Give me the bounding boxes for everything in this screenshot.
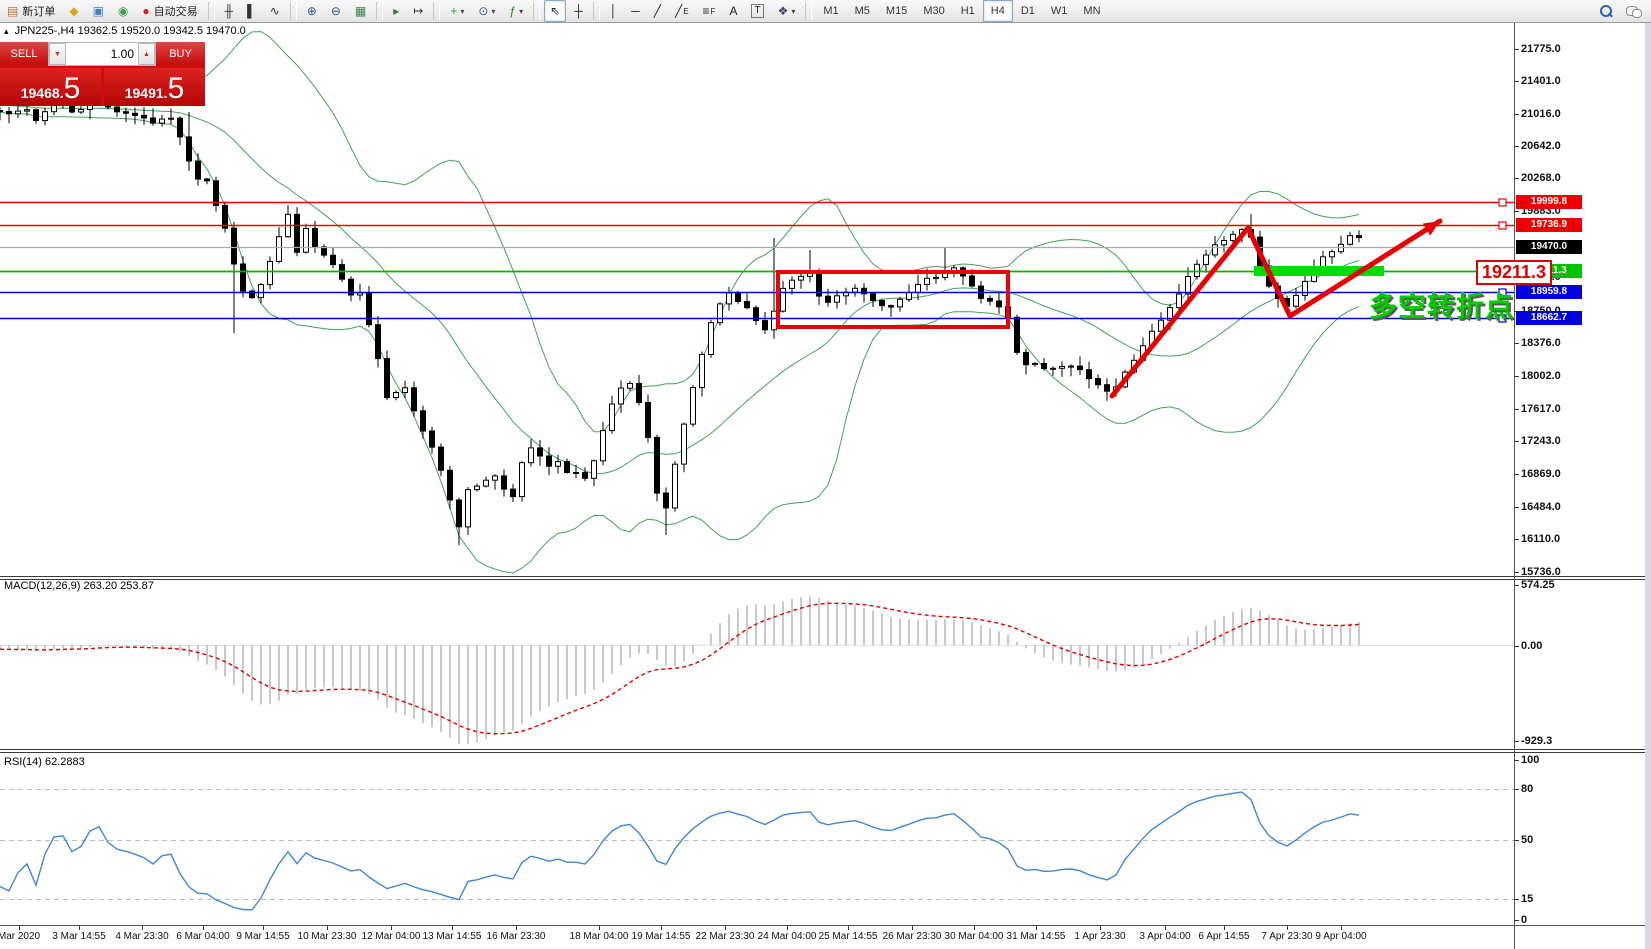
price-scale-label: 16110.0 [1521, 533, 1561, 545]
volume-input[interactable] [66, 43, 138, 65]
ohlc-values: 19362.5 19520.0 19342.5 19470.0 [77, 25, 246, 37]
time-scale-label: 10 Mar 23:30 [297, 931, 357, 942]
time-scale-label: 3 Mar 14:55 [52, 931, 106, 942]
ask-price[interactable]: 19491 . 5 [104, 68, 205, 106]
time-scale-label: 25 Mar 14:55 [818, 931, 878, 942]
time-scale-label: 1 Apr 23:30 [1074, 931, 1126, 942]
time-scale-label: 19 Mar 14:55 [631, 931, 691, 942]
indicator-scale-label: -929.3 [1521, 735, 1553, 747]
level-handle [1498, 221, 1507, 230]
indicator-scale-label: 0.00 [1521, 640, 1543, 652]
indicator-scale-label: 80 [1521, 783, 1534, 795]
ask-int: 19491 [124, 85, 164, 101]
time-scale-label: 9 Mar 14:55 [236, 931, 290, 942]
time-scale-label: 24 Mar 04:00 [757, 931, 817, 942]
one-click-trade-panel: SELL ▼ ▲ BUY 19468 . 5 19491 . 5 [0, 42, 205, 106]
turning-point-text[interactable]: 多空转折点 [1350, 291, 1514, 323]
symbol-ohlc-line: ▴ JPN225-,H4 19362.5 19520.0 19342.5 194… [4, 25, 246, 37]
price-scale-label: 17617.0 [1521, 403, 1561, 415]
bid-int: 19468 [20, 85, 60, 101]
time-scale-label: 16 Mar 23:30 [486, 931, 546, 942]
time-scale-label: 9 Apr 04:00 [1315, 931, 1367, 942]
price-tag: 19736.9 [1516, 218, 1582, 232]
time-scale-label: 13 Mar 14:55 [422, 931, 482, 942]
price-scale-label: 20642.0 [1521, 140, 1561, 152]
indicator-scale-label: 50 [1521, 834, 1534, 846]
price-scale-label: 20268.0 [1521, 172, 1561, 184]
time-scale-label: 4 Mar 23:30 [115, 931, 169, 942]
time-scale-label: 31 Mar 14:55 [1006, 931, 1066, 942]
bid-price[interactable]: 19468 . 5 [0, 68, 101, 106]
time-scale-label: 7 Apr 23:30 [1261, 931, 1313, 942]
time-scale-label: 22 Mar 23:30 [695, 931, 755, 942]
price-tag: 19999.8 [1516, 195, 1582, 209]
mt4-window: ▤ 新订单 ◆ ▣ ◉ ● 自动交易 ╫ ▌ ∿ ⊕ ⊖ ▦ ▸ ↦ + ▾ ⊙ ▾ ƒ ▾ ⇖ ┼ │ ─ ╱ ╱ E ≡ F A T ❖ ▾ M… [0, 0, 1651, 949]
price-scale-label: 16869.0 [1521, 468, 1561, 480]
chart-canvas[interactable] [0, 0, 1651, 949]
price-scale-label: 21016.0 [1521, 108, 1561, 120]
time-scale-label: 6 Apr 14:55 [1198, 931, 1250, 942]
price-tag: 19470.0 [1516, 240, 1582, 254]
collapse-panel-toggle[interactable]: ▴ [4, 26, 9, 36]
price-scale-label: 16484.0 [1521, 501, 1561, 513]
ask-frac: 5 [167, 72, 185, 105]
indicator-scale-label: 15 [1521, 893, 1534, 905]
time-scale-label: Mar 2020 [0, 931, 41, 942]
volume-increase-button[interactable]: ▲ [138, 43, 155, 65]
price-scale-label: 15736.0 [1521, 566, 1561, 578]
price-scale-label: 17243.0 [1521, 435, 1561, 447]
volume-decrease-button[interactable]: ▼ [49, 43, 66, 65]
sell-button[interactable]: SELL [0, 42, 48, 66]
indicator-scale-label: 0 [1521, 914, 1528, 926]
window-edge [1645, 23, 1651, 949]
indicator-scale-label: 574.25 [1521, 579, 1555, 591]
symbol-name: JPN225-,H4 [14, 25, 75, 37]
time-scale-label: 30 Mar 04:00 [944, 931, 1004, 942]
price-scale-label: 18002.0 [1521, 370, 1561, 382]
bid-frac: 5 [63, 72, 81, 105]
indicator-scale-label: 100 [1521, 754, 1540, 766]
macd-label: MACD(12,26,9) 263.20 253.87 [4, 580, 154, 592]
buy-button[interactable]: BUY [156, 42, 205, 66]
price-scale-label: 18376.0 [1521, 337, 1561, 349]
price-scale-label: 21775.0 [1521, 43, 1561, 55]
time-scale-label: 18 Mar 04:00 [569, 931, 629, 942]
level-handle [1498, 198, 1507, 207]
rsi-label: RSI(14) 62.2883 [4, 756, 85, 768]
time-scale-label: 26 Mar 23:30 [882, 931, 942, 942]
price-tag: 18959.8 [1516, 285, 1582, 299]
time-scale-label: 3 Apr 04:00 [1139, 931, 1191, 942]
time-scale-label: 12 Mar 04:00 [361, 931, 421, 942]
price-level-annotation-box[interactable]: 19211.3 [1476, 260, 1552, 285]
price-tag: 18662.7 [1516, 311, 1582, 325]
price-scale-label: 21401.0 [1521, 75, 1561, 87]
time-scale-label: 6 Mar 04:00 [176, 931, 230, 942]
